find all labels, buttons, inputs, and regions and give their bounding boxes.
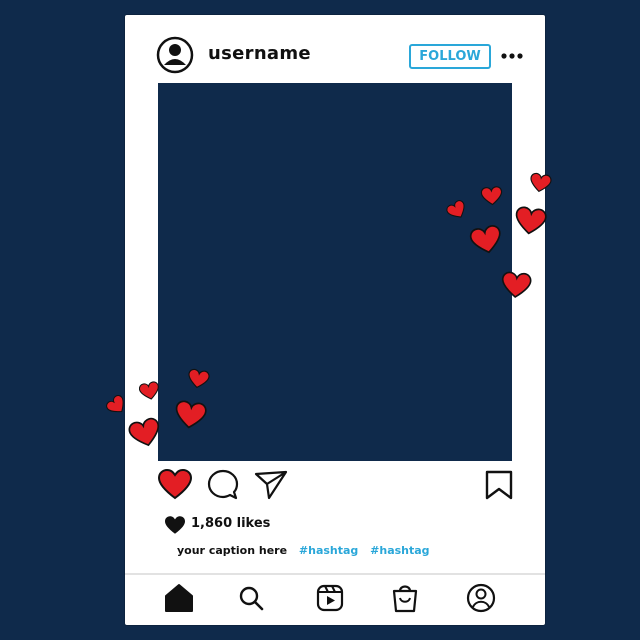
caption-row: your caption here #hashtag #hashtag (177, 544, 430, 557)
hashtag-link[interactable]: #hashtag (370, 544, 429, 557)
profile-icon[interactable] (464, 581, 498, 615)
home-icon[interactable] (162, 581, 196, 615)
username-label[interactable]: username (208, 43, 311, 64)
likes-heart-icon (165, 516, 185, 534)
action-bar (125, 467, 545, 509)
follow-button[interactable]: FOLLOW (409, 44, 491, 69)
search-icon[interactable] (234, 581, 268, 615)
share-icon[interactable] (253, 467, 289, 503)
shop-icon[interactable] (388, 581, 422, 615)
likes-count: 1,860 likes (191, 516, 271, 531)
hashtag-link[interactable]: #hashtag (299, 544, 358, 557)
likes-row: 1,860 likes (163, 515, 270, 535)
bookmark-icon[interactable] (481, 467, 517, 503)
photo-area (158, 83, 512, 461)
more-icon[interactable] (500, 52, 524, 60)
caption-text: your caption here (177, 544, 288, 557)
post-frame: username FOLLOW 1,860 likes your caption… (125, 15, 545, 625)
heart-icon[interactable] (157, 467, 193, 503)
reels-icon[interactable] (313, 581, 347, 615)
comment-icon[interactable] (205, 467, 241, 503)
nav-divider (125, 573, 545, 575)
bottom-nav (125, 581, 545, 621)
avatar-icon[interactable] (156, 36, 194, 74)
